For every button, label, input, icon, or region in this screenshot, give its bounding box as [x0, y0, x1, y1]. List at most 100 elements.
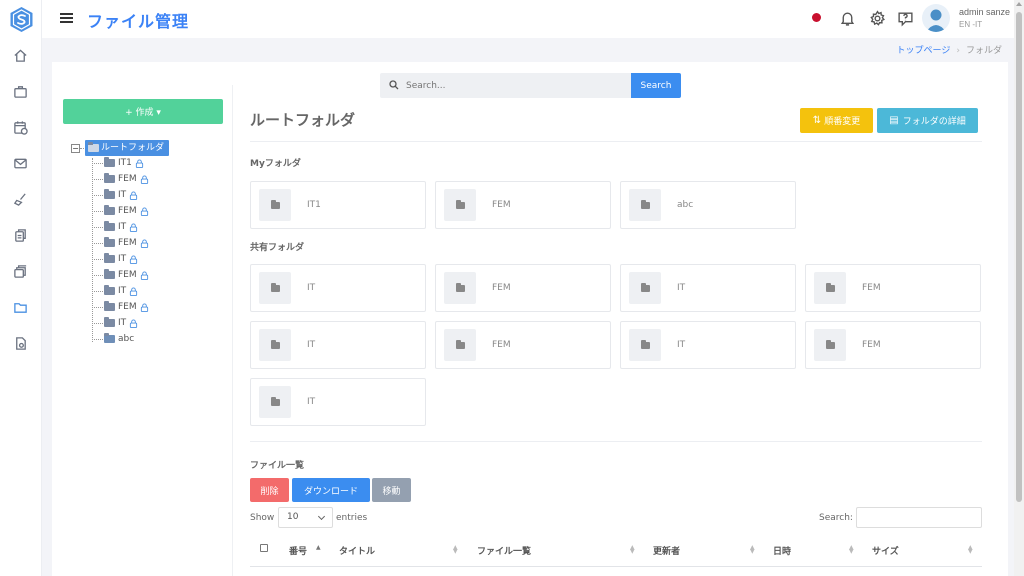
lock-icon — [140, 206, 149, 216]
lock-icon — [129, 190, 138, 200]
folder-icon — [455, 282, 465, 292]
gear-icon[interactable] — [869, 10, 886, 27]
home-icon[interactable] — [12, 47, 29, 64]
reorder-button[interactable]: ⇅ 順番変更 — [800, 108, 873, 133]
tree-root-folder[interactable]: ルートフォルダ — [85, 140, 170, 156]
folder-icon — [104, 237, 115, 247]
folder-icon — [104, 253, 115, 263]
breadcrumb-home[interactable]: トップページ — [897, 46, 951, 56]
page-scrollbar[interactable] — [1014, 0, 1024, 576]
sidebar — [0, 0, 42, 576]
tree-item[interactable]: FEM — [92, 236, 149, 250]
tree-item[interactable]: FEM — [92, 268, 149, 282]
folder-icon — [455, 339, 465, 349]
tree-item[interactable]: FEM — [92, 204, 149, 218]
folder-icon — [825, 339, 835, 349]
folder-icon[interactable] — [12, 299, 29, 316]
folder-card[interactable]: FEM — [435, 181, 611, 229]
sort-icon[interactable]: ▲ ▼ — [453, 545, 458, 555]
breadcrumb-separator-icon: › — [956, 46, 960, 56]
tree-item[interactable]: abc — [92, 332, 134, 346]
lock-icon — [140, 238, 149, 248]
scroll-thumb[interactable] — [1016, 12, 1022, 502]
folder-icon — [640, 199, 650, 209]
folder-card[interactable]: abc — [620, 181, 796, 229]
menu-toggle-icon[interactable] — [60, 13, 73, 23]
documents-icon[interactable] — [12, 227, 29, 244]
table-search-label: Search: — [819, 513, 853, 523]
folder-card[interactable]: FEM — [805, 321, 981, 369]
avatar[interactable] — [922, 4, 950, 32]
tree-item[interactable]: IT1 — [92, 156, 144, 170]
tree-item[interactable]: IT — [92, 188, 138, 202]
column-header-file-list[interactable]: ファイル一覧 — [477, 544, 531, 557]
scroll-up-arrow-icon[interactable] — [1016, 2, 1022, 6]
language-flag-icon[interactable] — [812, 13, 821, 22]
folder-icon — [455, 199, 465, 209]
file-settings-icon[interactable] — [12, 335, 29, 352]
table-header-border — [250, 566, 982, 567]
folder-details-button[interactable]: ▤ フォルダの詳細 — [877, 108, 978, 133]
folder-icon — [104, 205, 115, 215]
tree-item[interactable]: FEM — [92, 300, 149, 314]
create-button[interactable]: + 作成 ▾ — [63, 99, 223, 124]
sort-icon[interactable]: ▲ ▼ — [750, 545, 755, 555]
briefcase-icon[interactable] — [12, 83, 29, 100]
table-search-input[interactable] — [856, 507, 982, 528]
folder-card[interactable]: IT1 — [250, 181, 426, 229]
help-chat-icon[interactable] — [897, 10, 914, 27]
mail-icon[interactable] — [12, 155, 29, 172]
document-icon: ▤ — [889, 115, 899, 126]
folder-icon — [104, 285, 115, 295]
column-header-number[interactable]: 番号 — [289, 544, 307, 557]
folder-icon — [270, 282, 280, 292]
download-button[interactable]: ダウンロード — [292, 478, 370, 502]
column-header-datetime[interactable]: 日時 — [773, 544, 791, 557]
folder-icon — [88, 142, 99, 152]
tree-collapse-icon[interactable]: − — [71, 144, 80, 153]
column-header-updater[interactable]: 更新者 — [653, 544, 680, 557]
folder-card[interactable]: IT — [250, 264, 426, 312]
lock-icon — [140, 174, 149, 184]
broom-icon[interactable] — [12, 191, 29, 208]
folder-icon — [640, 282, 650, 292]
chevron-down-icon — [317, 512, 326, 521]
tree-item[interactable]: IT — [92, 252, 138, 266]
entries-select[interactable]: 10 — [278, 507, 333, 528]
tree-item[interactable]: IT — [92, 220, 138, 234]
folder-card[interactable]: FEM — [435, 321, 611, 369]
folder-icon — [640, 339, 650, 349]
folder-card[interactable]: IT — [620, 321, 796, 369]
stack-icon[interactable] — [12, 263, 29, 280]
folder-card[interactable]: FEM — [805, 264, 981, 312]
delete-button[interactable]: 削除 — [250, 478, 289, 502]
calendar-clock-icon[interactable] — [12, 119, 29, 136]
select-all-checkbox[interactable] — [260, 544, 268, 552]
folder-card[interactable]: IT — [250, 378, 426, 426]
column-header-title[interactable]: タイトル — [339, 544, 375, 557]
search-icon — [389, 80, 399, 90]
move-button[interactable]: 移動 — [372, 478, 411, 502]
folder-icon — [104, 333, 115, 343]
folder-card[interactable]: IT — [250, 321, 426, 369]
sort-icon[interactable]: ▲ — [316, 545, 321, 551]
search-button[interactable]: Search — [631, 73, 681, 98]
user-name[interactable]: admin sanze — [959, 7, 1010, 17]
bell-icon[interactable] — [839, 10, 856, 27]
tree-item[interactable]: IT — [92, 284, 138, 298]
column-header-size[interactable]: サイズ — [872, 544, 899, 557]
lock-icon — [129, 318, 138, 328]
tree-item[interactable]: IT — [92, 316, 138, 330]
sort-icon[interactable]: ▲ ▼ — [630, 545, 635, 555]
tree-item[interactable]: FEM — [92, 172, 149, 186]
folder-icon — [104, 189, 115, 199]
app-logo-icon[interactable] — [9, 6, 34, 33]
sort-icon[interactable]: ▲ ▼ — [968, 545, 973, 555]
folder-icon — [104, 269, 115, 279]
folder-card[interactable]: FEM — [435, 264, 611, 312]
folder-card[interactable]: IT — [620, 264, 796, 312]
lock-icon — [129, 286, 138, 296]
search-input[interactable] — [380, 73, 631, 98]
lock-icon — [135, 158, 144, 168]
sort-icon[interactable]: ▲ ▼ — [849, 545, 854, 555]
